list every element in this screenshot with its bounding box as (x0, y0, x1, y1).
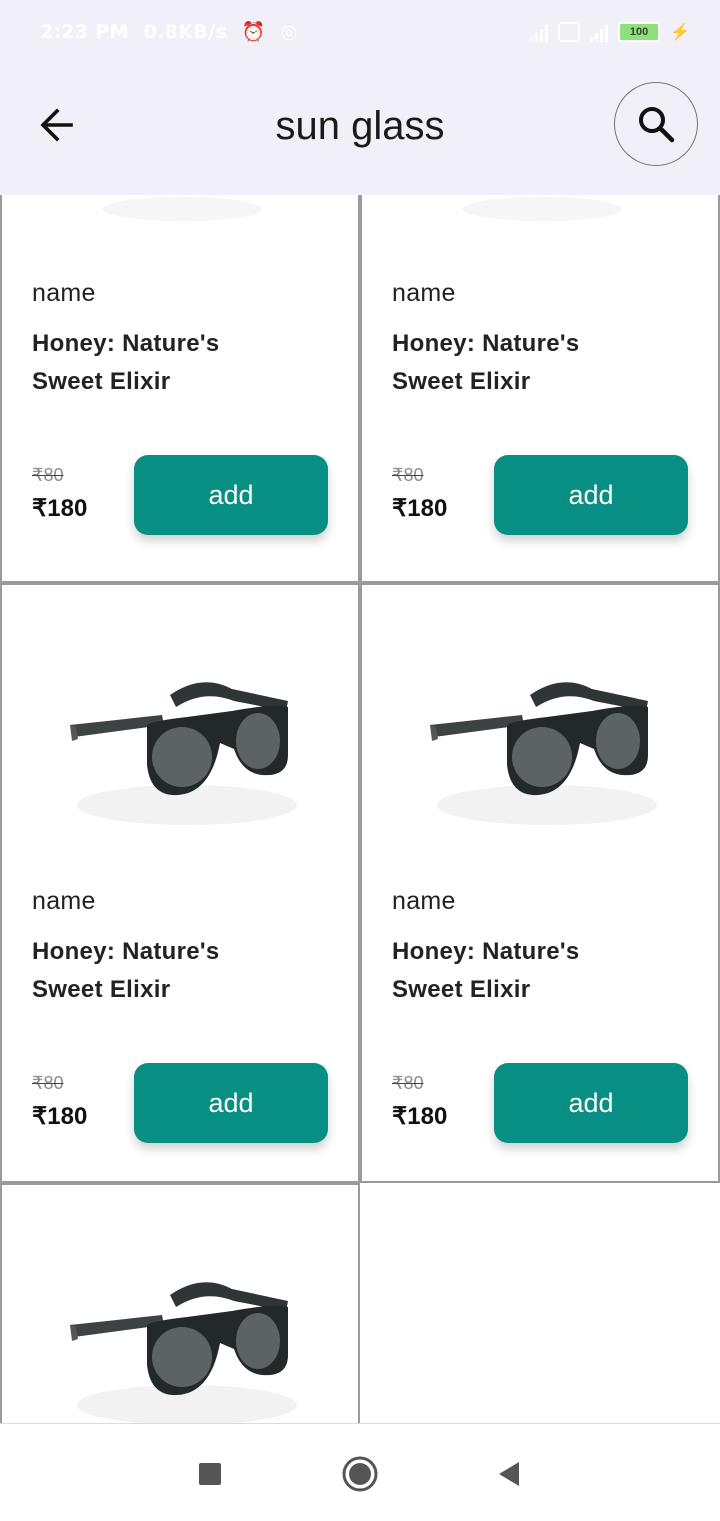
recents-button[interactable] (190, 1454, 230, 1494)
recents-square-icon (199, 1463, 221, 1485)
product-grid[interactable]: name Honey: Nature's Sweet Elixir ₹80 ₹1… (0, 195, 720, 1423)
product-image-partial (102, 197, 262, 221)
product-title: Honey: Nature's Sweet Elixir (392, 938, 580, 1003)
product-image-partial (462, 197, 622, 221)
product-old-price: ₹80 (32, 465, 64, 485)
add-button[interactable]: add (494, 1063, 688, 1143)
product-card[interactable]: name Honey: Nature's Sweet Elixir ₹80 ₹1… (360, 583, 720, 1183)
product-name-label: name (32, 279, 96, 307)
system-nav-bar (0, 1423, 720, 1521)
product-price: ₹180 (392, 1103, 448, 1130)
product-price: ₹180 (32, 1103, 88, 1130)
product-card[interactable] (0, 1183, 360, 1423)
product-old-price: ₹80 (392, 465, 424, 485)
status-bar: 2:23 PM 0.8KB/s ⏰ ◎ 100 ⚡ (0, 0, 720, 70)
sunglasses-image (70, 1282, 297, 1423)
vpn-icon: ◎ (280, 21, 298, 43)
product-title: Honey: Nature's Sweet Elixir (32, 938, 220, 1003)
add-button[interactable]: add (134, 455, 328, 535)
page-title: sun glass (275, 104, 445, 148)
product-price: ₹180 (392, 495, 448, 522)
app-bar: sun glass (0, 70, 720, 195)
product-card[interactable]: name Honey: Nature's Sweet Elixir ₹80 ₹1… (360, 195, 720, 583)
back-button[interactable] (30, 98, 84, 152)
product-old-price: ₹80 (392, 1073, 424, 1093)
sunglasses-image (430, 682, 657, 825)
status-speed: 0.8KB/s (143, 21, 227, 43)
back-nav-button[interactable] (488, 1454, 528, 1494)
charging-icon: ⚡ (670, 24, 690, 41)
arrow-left-icon (40, 108, 73, 142)
product-name-label: name (392, 279, 456, 307)
back-triangle-icon (499, 1462, 519, 1486)
product-old-price: ₹80 (32, 1073, 64, 1093)
product-name-label: name (392, 887, 456, 915)
search-icon (639, 107, 675, 143)
signal-icon (530, 22, 549, 42)
signal-icon-2 (590, 22, 609, 42)
product-card[interactable]: name Honey: Nature's Sweet Elixir ₹80 ₹1… (0, 583, 360, 1183)
product-title: Honey: Nature's Sweet Elixir (392, 330, 580, 395)
home-button[interactable] (340, 1454, 380, 1494)
product-name-label: name (32, 887, 96, 915)
battery-icon: 100 (618, 22, 661, 42)
home-circle-icon (342, 1456, 378, 1492)
status-time: 2:23 PM (40, 21, 129, 43)
search-button[interactable] (614, 82, 698, 166)
add-button[interactable]: add (494, 455, 688, 535)
sunglasses-image (70, 682, 297, 825)
product-title: Honey: Nature's Sweet Elixir (32, 330, 220, 395)
wifi-icon (558, 22, 581, 42)
product-card[interactable]: name Honey: Nature's Sweet Elixir ₹80 ₹1… (0, 195, 360, 583)
product-price: ₹180 (32, 495, 88, 522)
status-right: 100 ⚡ (530, 22, 690, 42)
battery-level: 100 (629, 26, 649, 38)
alarm-icon: ⏰ (241, 21, 266, 43)
add-button[interactable]: add (134, 1063, 328, 1143)
status-left: 2:23 PM 0.8KB/s ⏰ ◎ (40, 20, 306, 43)
